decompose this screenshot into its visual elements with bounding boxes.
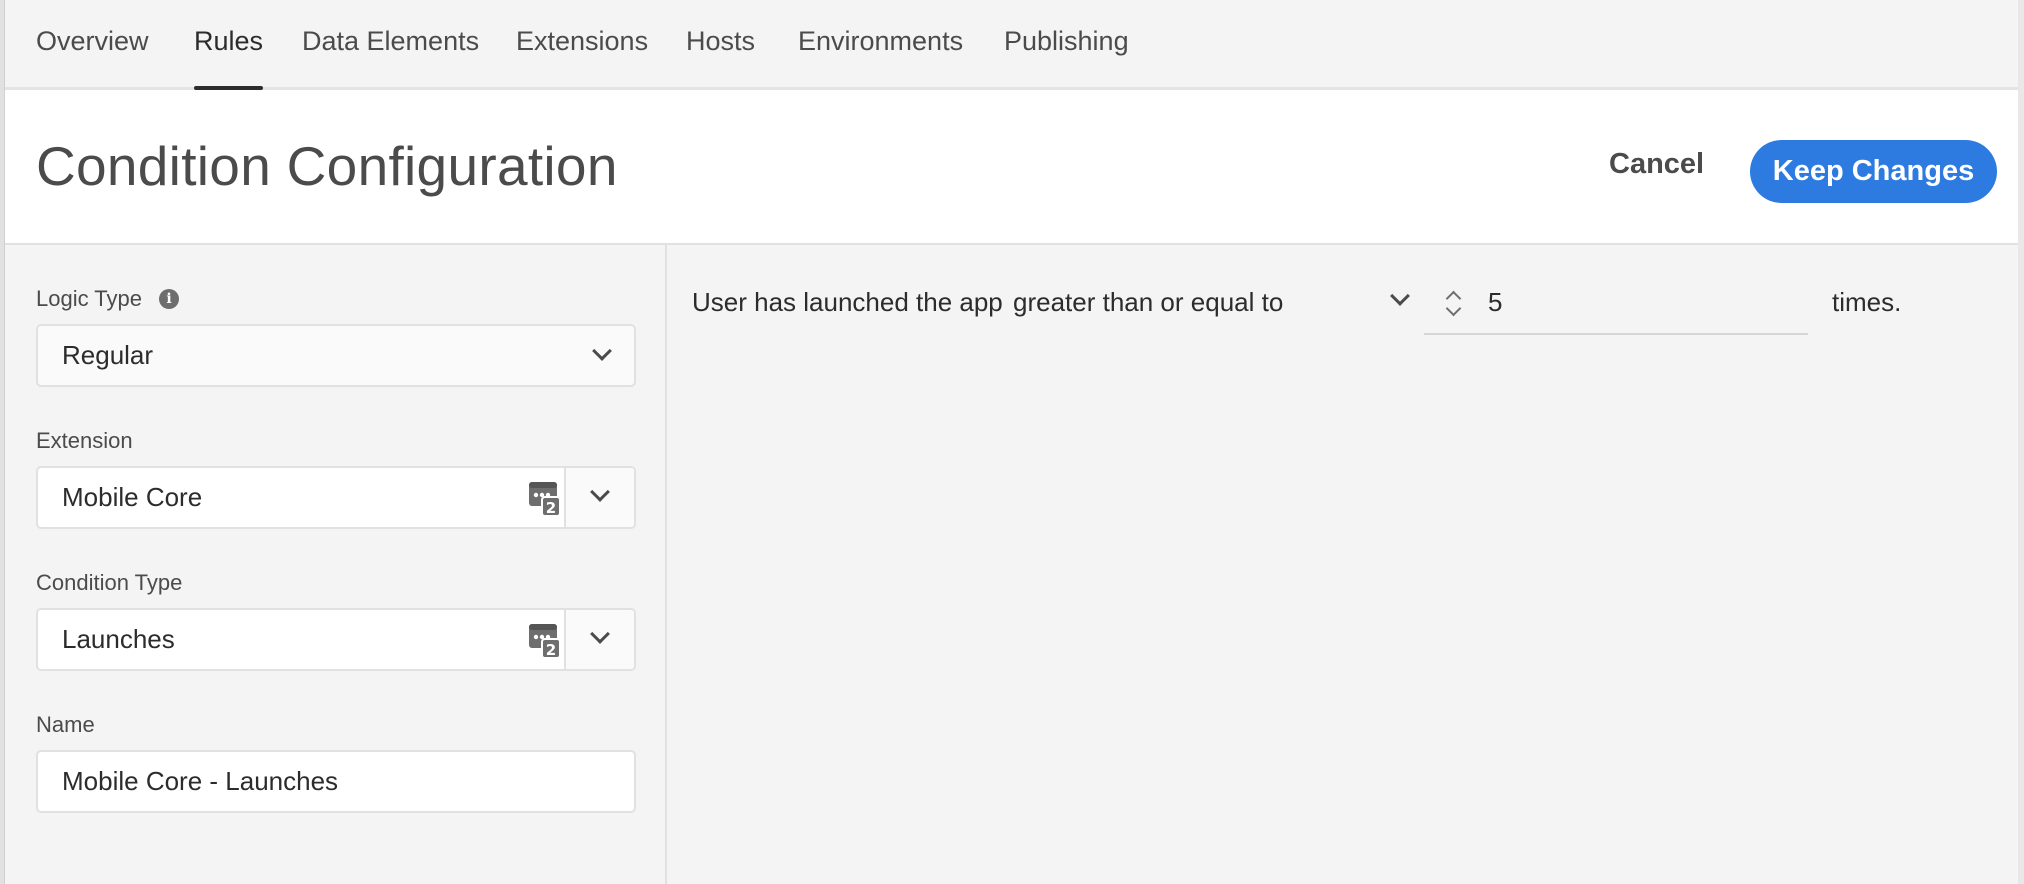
name-value: Mobile Core - Launches	[62, 766, 339, 796]
extension-value: Mobile Core	[62, 482, 203, 512]
operator-value: greater than or equal to	[1013, 287, 1284, 317]
condition-editor-panel: User has launched the app greater than o…	[667, 245, 2018, 884]
name-input[interactable]: Mobile Core - Launches	[36, 750, 636, 813]
launch-count-field[interactable]: 5	[1424, 275, 1808, 335]
logic-type-select[interactable]: Regular	[36, 324, 636, 387]
tab-data-elements[interactable]: Data Elements	[302, 0, 479, 90]
condition-type-input[interactable]: Launches 2	[38, 610, 565, 669]
window-right-edge	[2018, 0, 2024, 884]
page-title: Condition Configuration	[36, 135, 618, 197]
tab-hosts[interactable]: Hosts	[686, 0, 755, 90]
tab-environments[interactable]: Environments	[798, 0, 963, 90]
extension-label: Extension	[36, 428, 133, 453]
chevron-down-icon	[590, 482, 610, 502]
launch-count-value: 5	[1488, 287, 1503, 317]
chevron-down-icon	[590, 624, 610, 644]
condition-settings-panel: Logic Type i Regular Extension Mobile Co…	[5, 245, 667, 884]
name-label: Name	[36, 712, 95, 737]
chevron-down-icon	[1390, 286, 1410, 306]
logic-type-value: Regular	[62, 340, 154, 370]
condition-suffix-text: times.	[1832, 287, 1902, 317]
logic-type-label: Logic Type	[36, 286, 143, 311]
decrement-chevron-icon[interactable]	[1445, 300, 1462, 317]
condition-prefix-text: User has launched the app	[692, 287, 1003, 317]
page-header: Condition Configuration Cancel Keep Chan…	[5, 90, 2018, 245]
extension-dropdown-button[interactable]	[564, 468, 634, 527]
tab-rules[interactable]: Rules	[194, 0, 264, 90]
condition-type-label: Condition Type	[36, 570, 183, 595]
data-element-badge: 2	[546, 641, 556, 658]
data-element-icon[interactable]: 2	[528, 480, 560, 516]
info-icon[interactable]: i	[159, 289, 179, 309]
condition-type-combobox: Launches 2	[36, 608, 636, 671]
data-element-icon[interactable]: 2	[528, 622, 560, 658]
condition-type-value: Launches	[62, 624, 175, 654]
cancel-button[interactable]: Cancel	[1609, 148, 1704, 181]
extension-combobox: Mobile Core 2	[36, 466, 636, 529]
tab-bar: Overview Rules Data Elements Extensions …	[5, 0, 2018, 90]
chevron-down-icon	[592, 341, 612, 361]
operator-select[interactable]: greater than or equal to	[1013, 281, 1413, 325]
tab-overview[interactable]: Overview	[36, 0, 149, 90]
condition-type-dropdown-button[interactable]	[564, 610, 634, 669]
extension-input[interactable]: Mobile Core 2	[38, 468, 565, 527]
tab-publishing[interactable]: Publishing	[1004, 0, 1129, 90]
data-element-badge: 2	[546, 499, 556, 516]
tab-extensions[interactable]: Extensions	[516, 0, 648, 90]
keep-changes-button[interactable]: Keep Changes	[1750, 140, 1997, 203]
